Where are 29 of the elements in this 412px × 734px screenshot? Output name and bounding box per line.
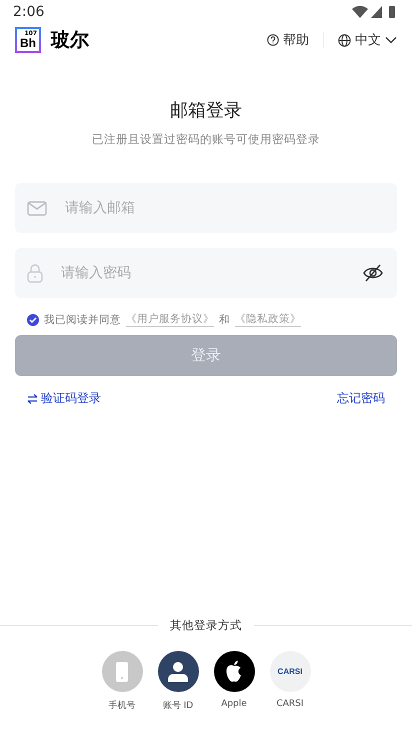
email-input[interactable]: 请输入邮箱 xyxy=(63,199,383,217)
swap-icon xyxy=(27,394,38,404)
eye-off-icon[interactable] xyxy=(363,264,383,282)
phone-icon xyxy=(115,660,129,682)
app-name: 玻尔 xyxy=(51,28,89,53)
forgot-password-link[interactable]: 忘记密码 xyxy=(337,390,385,407)
globe-icon xyxy=(338,34,351,46)
status-time: 2:06 xyxy=(13,4,44,20)
help-button[interactable]: 帮助 xyxy=(267,31,309,49)
language-button[interactable]: 中文 xyxy=(338,31,397,49)
other-login-heading: 其他登录方式 xyxy=(169,618,243,633)
agreement-joiner: 和 xyxy=(219,312,230,326)
lock-icon xyxy=(27,264,43,282)
check-icon xyxy=(29,316,37,322)
page-title: 邮箱登录 xyxy=(169,99,243,122)
agree-checkbox[interactable] xyxy=(27,314,39,326)
help-icon xyxy=(267,34,279,46)
code-login-link[interactable]: 验证码登录 xyxy=(27,390,101,407)
person-icon xyxy=(167,660,189,682)
chevron-down-icon xyxy=(385,36,397,44)
password-field[interactable]: 请输入密码 xyxy=(15,248,397,298)
subtitle: 已注册且设置过密码的账号可使用密码登录 xyxy=(91,132,321,147)
password-input[interactable]: 请输入密码 xyxy=(59,264,347,282)
mail-icon xyxy=(27,200,47,216)
email-field[interactable]: 请输入邮箱 xyxy=(15,183,397,233)
status-icons xyxy=(352,6,396,18)
apple-icon xyxy=(224,660,244,683)
agreement-text: 我已阅读并同意 xyxy=(44,312,121,326)
carsi-logo: CARSI xyxy=(278,667,302,676)
